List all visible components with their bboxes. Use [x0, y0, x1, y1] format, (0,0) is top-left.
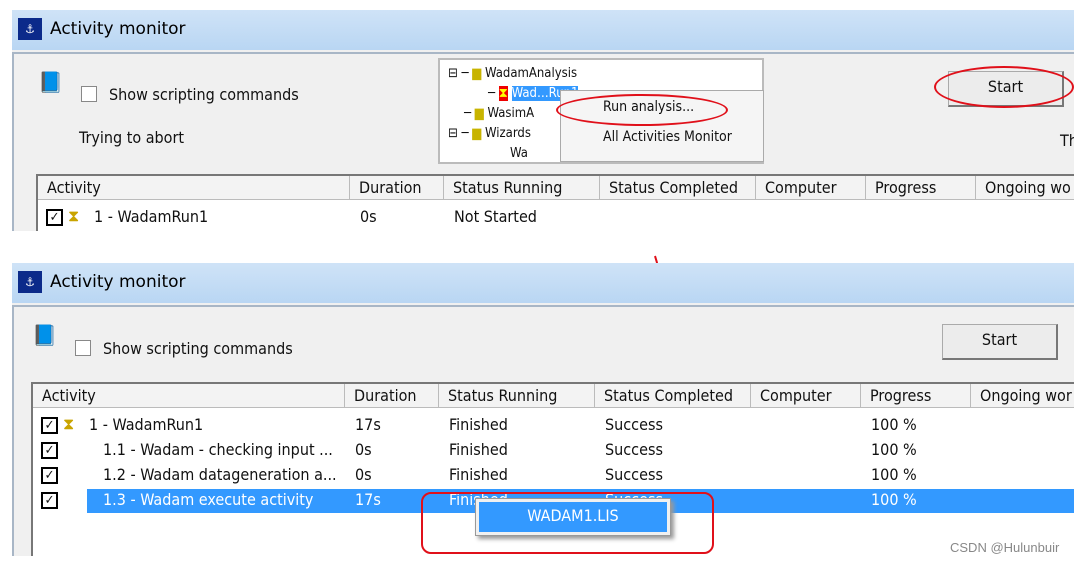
column-header-activity[interactable]: Activity: [38, 176, 350, 200]
activity-list[interactable]: Activity Duration Status Running Status …: [36, 174, 1074, 231]
column-header-activity[interactable]: Activity: [33, 384, 345, 408]
row-activity[interactable]: 1 - WadamRun1: [94, 207, 208, 227]
app-icon: ⚓: [18, 18, 42, 40]
hourglass-icon: ⧗: [68, 206, 80, 225]
title-bar: ⚓ Activity monitor: [12, 10, 1074, 50]
row-duration: 17s: [355, 490, 381, 509]
row-activity[interactable]: 1.1 - Wadam - checking input ...: [103, 440, 333, 460]
column-header-progress[interactable]: Progress: [866, 176, 976, 200]
row-progress: 100 %: [871, 490, 917, 509]
checkbox-checked[interactable]: ✓: [41, 467, 58, 484]
row-progress: 100 %: [871, 440, 917, 459]
row-activity[interactable]: 1.3 - Wadam execute activity: [103, 490, 313, 510]
row-status-running: Finished: [449, 440, 508, 459]
checkbox-checked[interactable]: ✓: [41, 417, 58, 434]
annotation-circle-start: [934, 66, 1074, 108]
column-header-computer[interactable]: Computer: [756, 176, 866, 200]
row-status-completed: Success: [605, 415, 663, 434]
row-status-running: Not Started: [454, 207, 537, 226]
checkbox-checked[interactable]: ✓: [46, 209, 63, 226]
window-title: Activity monitor: [50, 272, 186, 292]
annotation-circle-run-analysis: [556, 94, 728, 126]
column-header-status-running[interactable]: Status Running: [439, 384, 595, 408]
row-progress: 100 %: [871, 415, 917, 434]
column-header-status-completed[interactable]: Status Completed: [600, 176, 756, 200]
column-header-duration[interactable]: Duration: [345, 384, 439, 408]
row-status-completed: Success: [605, 465, 663, 484]
row-status-running: Finished: [449, 415, 508, 434]
show-scripting-checkbox[interactable]: [75, 340, 91, 356]
column-header-computer[interactable]: Computer: [751, 384, 861, 408]
tree-item-wasim[interactable]: ─ ▆ WasimA: [464, 106, 534, 121]
annotation-rectangle: [421, 492, 714, 554]
checkbox-checked[interactable]: ✓: [41, 492, 58, 509]
app-icon: ⚓: [18, 271, 42, 293]
tree-item-wizards[interactable]: ⊟ ─ ▆ Wizards: [448, 126, 531, 141]
row-duration: 0s: [360, 207, 377, 226]
row-duration: 0s: [355, 465, 372, 484]
row-status-completed: Success: [605, 440, 663, 459]
clipped-label: Th: [1060, 131, 1074, 150]
tree-item-wadamanalysis[interactable]: ⊟ ─ ▆ WadamAnalysis: [448, 66, 577, 81]
show-scripting-checkbox[interactable]: [81, 86, 97, 102]
hourglass-icon: ⧗: [498, 86, 508, 101]
row-activity[interactable]: 1 - WadamRun1: [89, 415, 203, 435]
start-button[interactable]: Start: [942, 324, 1058, 360]
row-duration: 17s: [355, 415, 381, 434]
help-book-icon[interactable]: 📘: [38, 70, 63, 94]
row-progress: 100 %: [871, 465, 917, 484]
row-activity[interactable]: 1.2 - Wadam datageneration a...: [103, 465, 337, 485]
column-header-duration[interactable]: Duration: [350, 176, 444, 200]
checkbox-checked[interactable]: ✓: [41, 442, 58, 459]
title-bar: ⚓ Activity monitor: [12, 263, 1074, 303]
column-header-status-completed[interactable]: Status Completed: [595, 384, 751, 408]
row-duration: 0s: [355, 440, 372, 459]
tree-item-wa[interactable]: Wa: [510, 146, 528, 160]
activity-monitor-window-before: ⚓ Activity monitor 📘 Show scripting comm…: [12, 10, 1074, 231]
column-header-status-running[interactable]: Status Running: [444, 176, 600, 200]
column-header-progress[interactable]: Progress: [861, 384, 971, 408]
status-text: Trying to abort: [79, 128, 185, 147]
hourglass-icon: ⧗: [63, 414, 75, 433]
help-book-icon[interactable]: 📘: [32, 323, 57, 347]
menu-item-all-activities-monitor[interactable]: All Activities Monitor: [603, 129, 732, 145]
column-header-ongoing[interactable]: Ongoing wo: [976, 176, 1074, 200]
window-title: Activity monitor: [50, 19, 186, 39]
show-scripting-label: Show scripting commands: [109, 85, 299, 104]
watermark: CSDN @Hulunbuir: [950, 540, 1060, 555]
show-scripting-label: Show scripting commands: [103, 339, 293, 358]
column-header-ongoing[interactable]: Ongoing wor: [971, 384, 1074, 408]
row-status-running: Finished: [449, 465, 508, 484]
